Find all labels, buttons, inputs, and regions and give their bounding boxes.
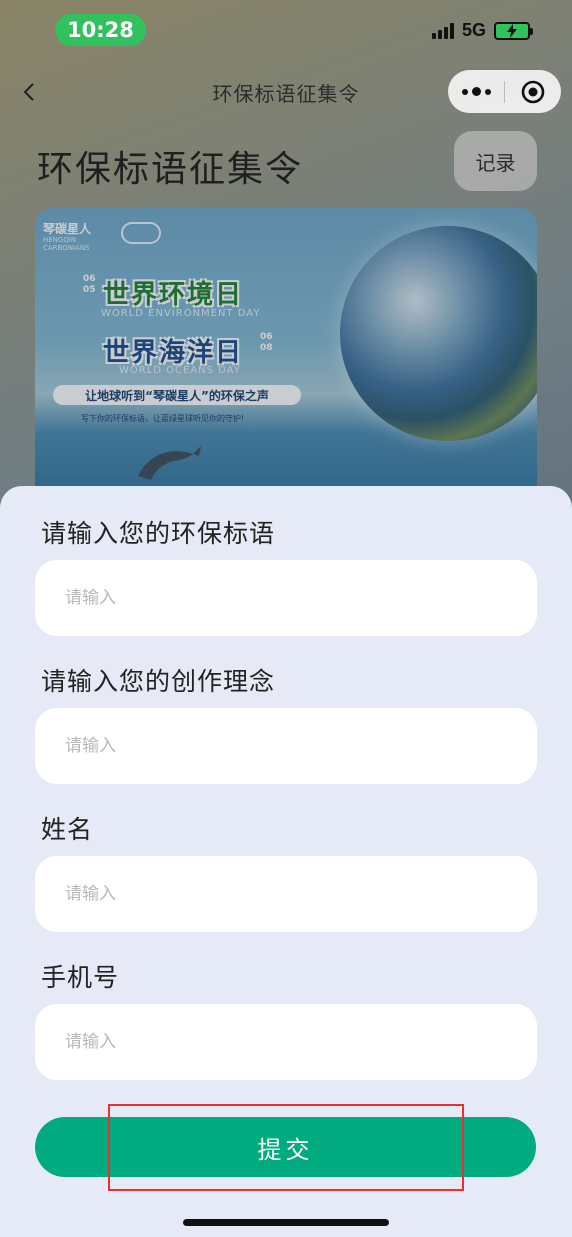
phone-input[interactable] <box>35 1004 537 1080</box>
name-input[interactable] <box>35 856 537 932</box>
page-title: 环保标语征集令 <box>37 149 304 190</box>
slogan-input[interactable] <box>35 560 537 636</box>
status-indicators: 5G <box>431 20 533 41</box>
close-target-icon[interactable] <box>505 79 561 105</box>
form-sheet: 请输入您的环保标语 请输入您的创作理念 姓名 手机号 提交 <box>0 486 572 1237</box>
more-icon[interactable] <box>448 87 504 96</box>
slogan-label: 请输入您的环保标语 <box>41 519 276 548</box>
banner-image: 琴碳星人 HENGQIN CARBONIANS 06 05 世界环境日 WORL… <box>35 208 537 508</box>
battery-charging-icon <box>494 21 533 40</box>
signal-icon <box>431 22 454 39</box>
miniprogram-capsule <box>448 70 561 113</box>
name-label: 姓名 <box>41 815 94 844</box>
record-button[interactable]: 记录 <box>454 131 537 191</box>
concept-label: 请输入您的创作理念 <box>41 667 276 696</box>
status-time: 10:28 <box>55 14 146 46</box>
network-type: 5G <box>461 20 486 40</box>
phone-label: 手机号 <box>41 963 120 992</box>
submit-button[interactable]: 提交 <box>35 1117 536 1177</box>
concept-input[interactable] <box>35 708 537 784</box>
banner-overlay <box>35 208 537 508</box>
home-indicator <box>183 1219 389 1226</box>
